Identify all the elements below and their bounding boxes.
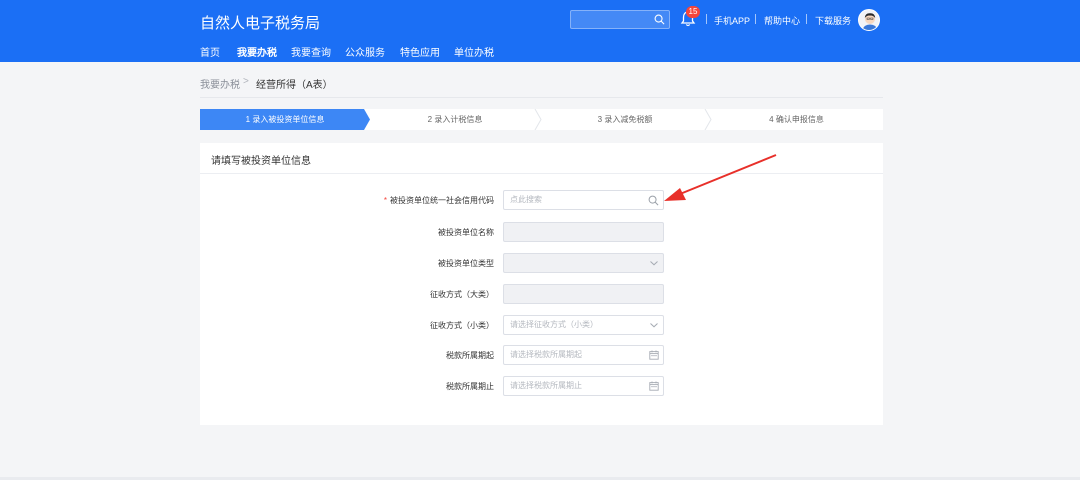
annotation-arrow [664, 154, 777, 201]
